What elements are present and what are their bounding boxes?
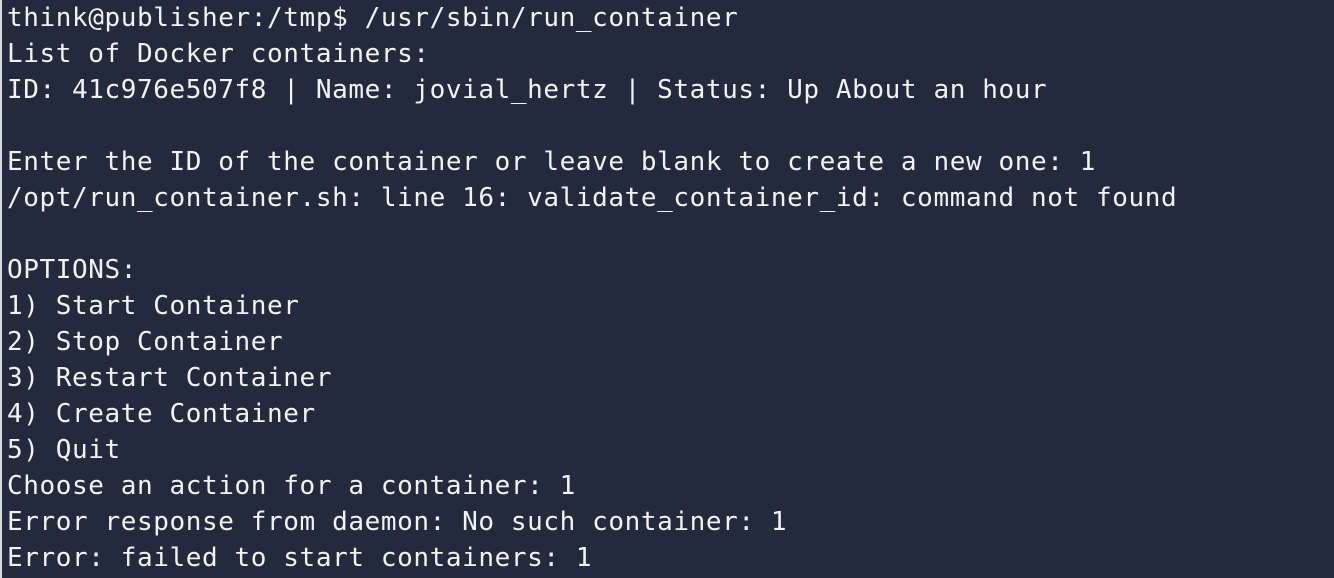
option-item: 1) Start Container (7, 291, 300, 321)
prompt-command-line: think@publisher:/tmp$ /usr/sbin/run_cont… (7, 3, 739, 33)
output-line: List of Docker containers: (7, 39, 430, 69)
option-item: 2) Stop Container (7, 327, 284, 357)
option-item: 4) Create Container (7, 399, 316, 429)
error-line: /opt/run_container.sh: line 16: validate… (7, 183, 1178, 213)
output-line: ID: 41c976e507f8 | Name: jovial_hertz | … (7, 75, 1048, 105)
terminal-border (0, 0, 2, 578)
terminal-window[interactable]: think@publisher:/tmp$ /usr/sbin/run_cont… (0, 0, 1334, 578)
terminal-output[interactable]: think@publisher:/tmp$ /usr/sbin/run_cont… (7, 0, 1177, 576)
option-item: 3) Restart Container (7, 363, 333, 393)
options-heading: OPTIONS: (7, 255, 138, 285)
error-line: Error: failed to start containers: 1 (7, 543, 593, 573)
error-line: Error response from daemon: No such cont… (7, 507, 788, 537)
input-prompt-line: Choose an action for a container: 1 (7, 471, 576, 501)
option-item: 5) Quit (7, 435, 121, 465)
input-prompt-line: Enter the ID of the container or leave b… (7, 147, 1096, 177)
